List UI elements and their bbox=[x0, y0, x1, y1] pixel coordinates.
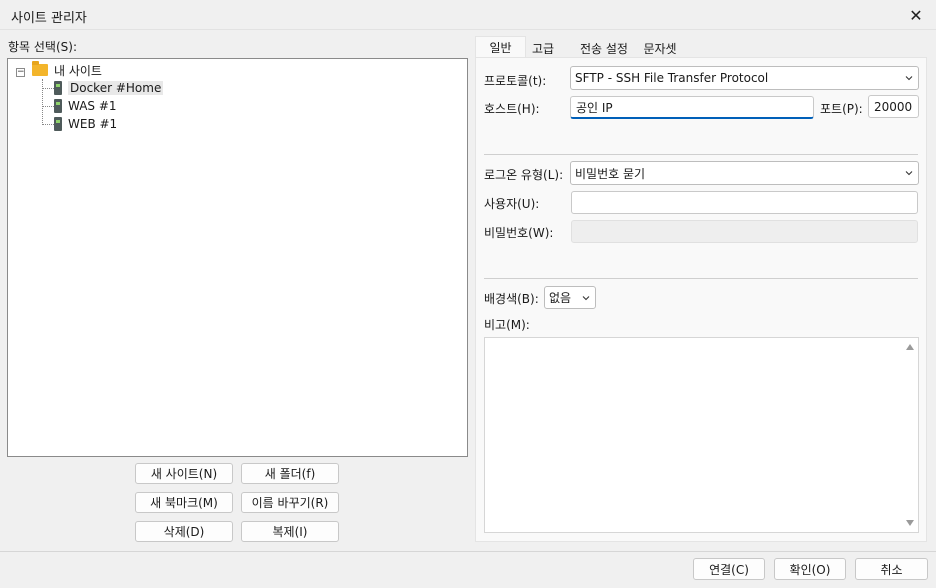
new-site-button[interactable]: 새 사이트(N) bbox=[135, 463, 233, 484]
bg-color-value: 없음 bbox=[549, 291, 572, 305]
rename-button[interactable]: 이름 바꾸기(R) bbox=[241, 492, 339, 513]
tab-general[interactable]: 일반 bbox=[475, 36, 526, 58]
logon-type-select[interactable]: 비밀번호 묻기 bbox=[570, 161, 919, 185]
server-icon bbox=[54, 81, 62, 95]
tab-advanced[interactable]: 고급 bbox=[527, 38, 559, 58]
site-tree[interactable]: − 내 사이트 Docker #Home WAS #1 WEB #1 bbox=[7, 58, 468, 457]
tree-item-label: WEB #1 bbox=[68, 117, 118, 131]
port-label: 포트(P): bbox=[820, 102, 863, 116]
collapse-icon[interactable]: − bbox=[16, 68, 25, 77]
protocol-select[interactable]: SFTP - SSH File Transfer Protocol bbox=[570, 66, 919, 90]
server-icon bbox=[54, 99, 62, 113]
divider bbox=[484, 278, 918, 279]
logon-type-value: 비밀번호 묻기 bbox=[575, 166, 646, 181]
new-folder-button[interactable]: 새 폴더(f) bbox=[241, 463, 339, 484]
server-icon bbox=[54, 117, 62, 131]
port-input[interactable]: 20000 bbox=[868, 95, 919, 118]
tab-transfer-settings[interactable]: 전송 설정 bbox=[574, 38, 634, 58]
bg-color-select[interactable]: 없음 bbox=[544, 286, 596, 309]
host-label: 호스트(H): bbox=[484, 102, 540, 116]
comments-textarea[interactable] bbox=[484, 337, 919, 533]
scroll-up-icon[interactable] bbox=[906, 344, 914, 350]
password-label: 비밀번호(W): bbox=[484, 226, 554, 240]
scrollbar[interactable] bbox=[902, 338, 918, 532]
tree-line bbox=[42, 79, 43, 125]
tab-charset[interactable]: 문자셋 bbox=[638, 38, 682, 58]
title-bar: 사이트 관리자 ✕ bbox=[0, 0, 936, 30]
tree-line bbox=[42, 124, 54, 125]
chevron-down-icon bbox=[905, 76, 913, 81]
protocol-value: SFTP - SSH File Transfer Protocol bbox=[575, 71, 769, 85]
tree-line bbox=[42, 106, 54, 107]
tree-item-was-1[interactable]: WAS #1 bbox=[54, 97, 117, 115]
tree-item-my-sites[interactable]: 내 사이트 bbox=[32, 61, 102, 79]
close-icon[interactable]: ✕ bbox=[896, 0, 936, 30]
host-input[interactable]: 공인 IP bbox=[570, 96, 814, 119]
logon-type-label: 로그온 유형(L): bbox=[484, 168, 564, 182]
divider bbox=[484, 154, 918, 155]
port-value: 20000 bbox=[874, 99, 913, 114]
tree-item-label: Docker #Home bbox=[68, 81, 164, 95]
bg-color-label: 배경색(B): bbox=[484, 292, 539, 306]
window-title: 사이트 관리자 bbox=[11, 11, 87, 26]
tree-item-docker-home[interactable]: Docker #Home bbox=[54, 79, 164, 97]
chevron-down-icon bbox=[905, 171, 913, 176]
host-value: 공인 IP bbox=[576, 100, 613, 115]
tree-item-label: WAS #1 bbox=[68, 99, 117, 113]
select-entry-label: 항목 선택(S): bbox=[8, 40, 77, 54]
protocol-label: 프로토콜(t): bbox=[484, 74, 547, 88]
user-input[interactable] bbox=[571, 191, 918, 214]
tree-item-label: 내 사이트 bbox=[54, 63, 102, 78]
delete-button[interactable]: 삭제(D) bbox=[135, 521, 233, 542]
connect-button[interactable]: 연결(C) bbox=[693, 558, 765, 580]
ok-button[interactable]: 확인(O) bbox=[774, 558, 846, 580]
cancel-button[interactable]: 취소 bbox=[855, 558, 928, 580]
tree-line bbox=[42, 88, 54, 89]
folder-icon bbox=[32, 61, 48, 76]
duplicate-button[interactable]: 복제(I) bbox=[241, 521, 339, 542]
comments-label: 비고(M): bbox=[484, 318, 530, 332]
new-bookmark-button[interactable]: 새 북마크(M) bbox=[135, 492, 233, 513]
password-input bbox=[571, 220, 918, 243]
scroll-down-icon[interactable] bbox=[906, 520, 914, 526]
user-label: 사용자(U): bbox=[484, 197, 540, 211]
chevron-down-icon bbox=[582, 296, 590, 301]
tree-item-web-1[interactable]: WEB #1 bbox=[54, 115, 117, 133]
